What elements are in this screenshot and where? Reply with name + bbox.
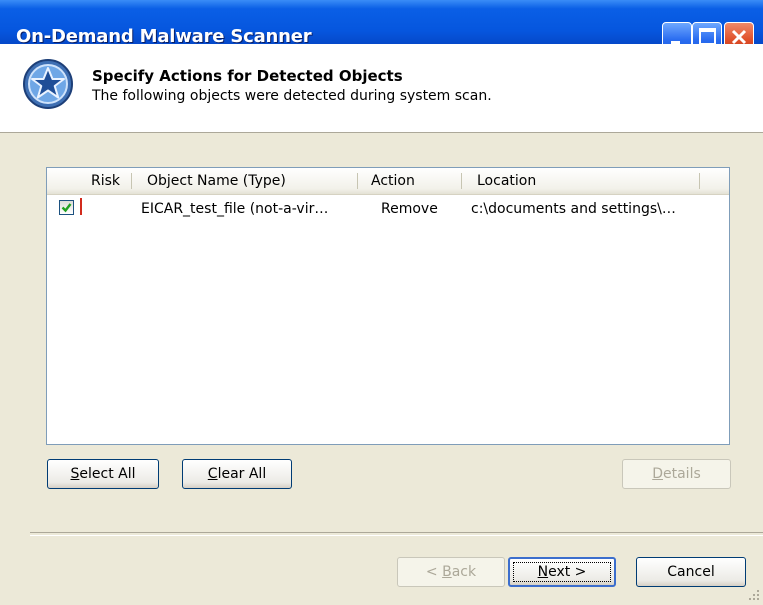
resize-grip-icon[interactable]: [747, 588, 761, 602]
divider: [30, 532, 763, 536]
detected-objects-list[interactable]: Risk Object Name (Type) Action Location …: [46, 167, 730, 445]
checkmark-icon: [61, 203, 72, 213]
column-separator[interactable]: [131, 173, 132, 189]
object-name-cell: EICAR_test_file (not-a-vir…: [141, 201, 329, 217]
column-header-action[interactable]: Action: [371, 173, 415, 189]
column-header-object-name[interactable]: Object Name (Type): [147, 173, 286, 189]
wizard-header: Specify Actions for Detected Objects The…: [0, 44, 763, 133]
header-title: Specify Actions for Detected Objects: [92, 67, 403, 85]
column-header-location[interactable]: Location: [477, 173, 536, 189]
title-bar[interactable]: On-Demand Malware Scanner: [0, 0, 763, 52]
star-shield-icon: [23, 59, 73, 109]
column-separator[interactable]: [699, 173, 700, 189]
header-subtitle: The following objects were detected duri…: [92, 88, 492, 104]
next-button[interactable]: Next >: [508, 557, 616, 587]
table-row[interactable]: EICAR_test_file (not-a-vir… Remove c:\do…: [47, 195, 729, 219]
clear-all-button[interactable]: Clear All: [182, 459, 292, 489]
list-header: Risk Object Name (Type) Action Location: [47, 168, 729, 195]
details-button[interactable]: Details: [622, 459, 731, 489]
action-cell[interactable]: Remove: [381, 201, 438, 217]
select-all-button[interactable]: Select All: [47, 459, 159, 489]
cancel-button[interactable]: Cancel: [636, 557, 746, 587]
risk-indicator: [80, 198, 82, 215]
location-cell: c:\documents and settings\…: [471, 201, 676, 217]
focus-rectangle: [513, 562, 611, 582]
column-separator[interactable]: [357, 173, 358, 189]
row-checkbox[interactable]: [59, 200, 74, 215]
column-separator[interactable]: [461, 173, 462, 189]
column-header-risk[interactable]: Risk: [91, 173, 120, 189]
back-button[interactable]: < Back: [397, 557, 505, 587]
